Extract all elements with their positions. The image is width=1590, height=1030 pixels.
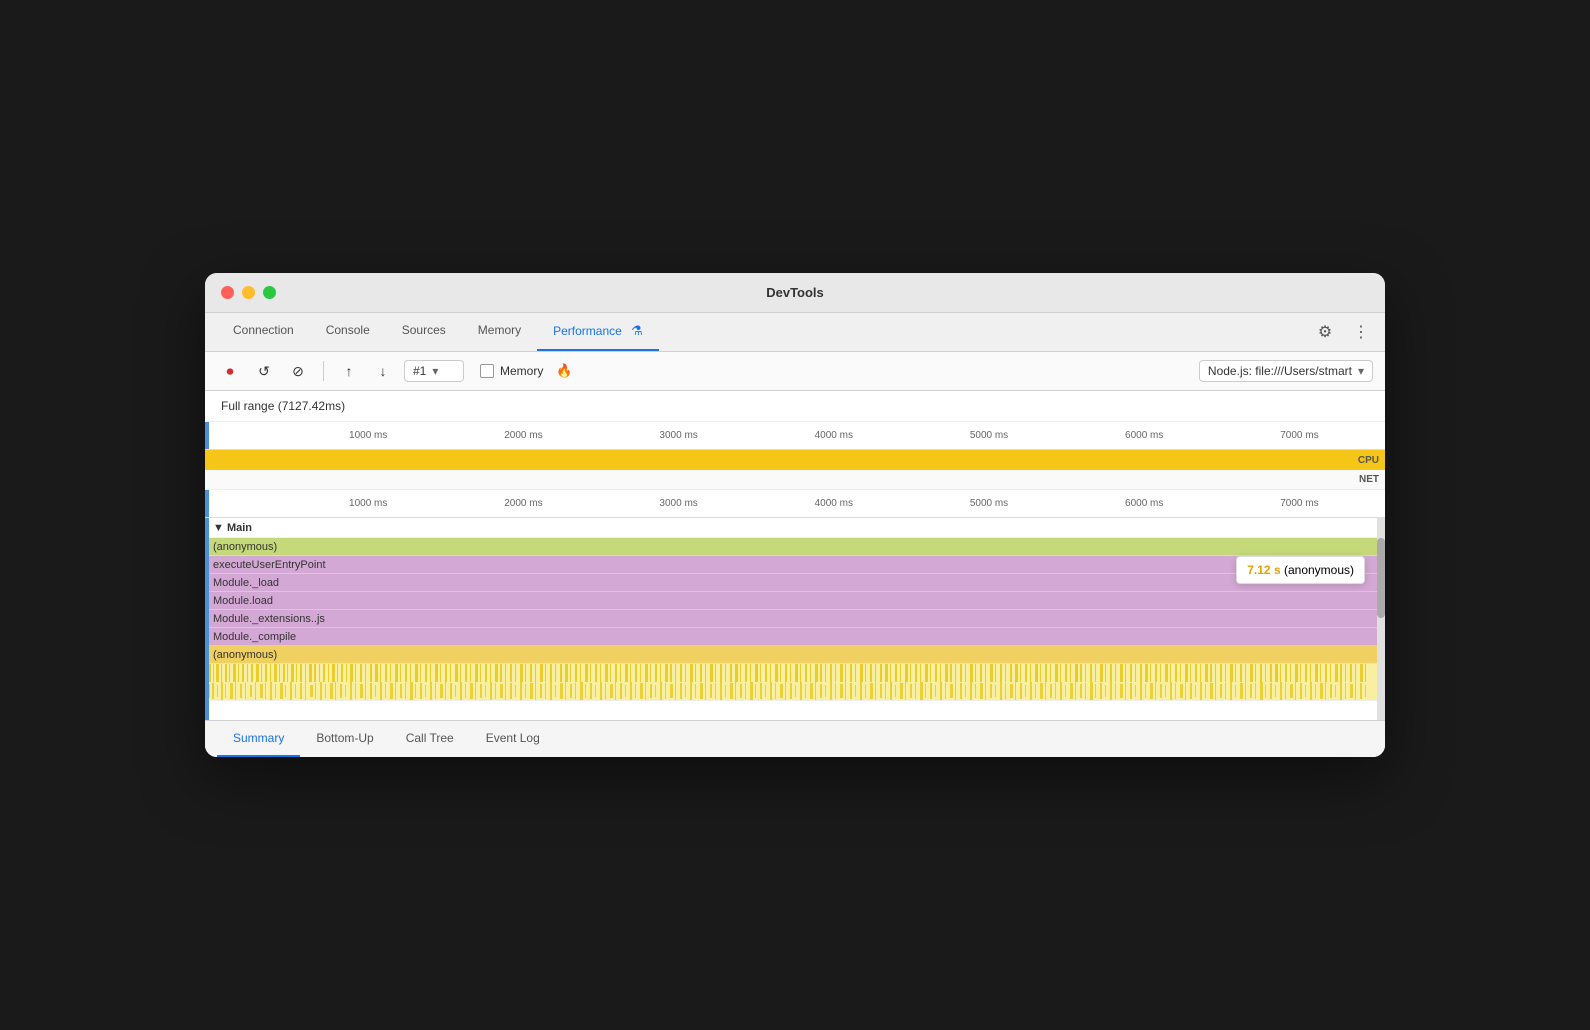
flame-block-anonymous-2: (anonymous) [209,646,1377,663]
record-button[interactable]: ⏺ [217,358,243,384]
flame-block-executeUserEntryPoint: executeUserEntryPoint [209,556,1377,573]
tab-sources[interactable]: Sources [386,313,462,351]
upload-button[interactable]: ↑ [336,358,362,384]
ruler-mark-5: 5000 ms [911,430,1066,441]
profile-selector[interactable]: #1 ▾ [404,360,464,382]
flame-row-4[interactable]: Module._extensions..js [205,610,1385,628]
flame-block-module-load: Module._load [209,574,1377,591]
ruler-mark-4: 4000 ms [756,430,911,441]
flame-tooltip: 7.12 s (anonymous) [1236,556,1365,584]
flame-chart: ▼ Main (anonymous) executeUserEntryPoint… [205,518,1385,720]
ruler2-mark-0 [205,498,291,509]
scrollbar-thumb[interactable] [1377,538,1385,618]
timeline-ruler-bottom: 1000 ms 2000 ms 3000 ms 4000 ms 5000 ms … [205,490,1385,518]
mini-bars-svg-2 [205,682,1385,700]
flame-mini-bars-1 [205,664,1385,682]
node-dropdown-icon: ▾ [1358,364,1364,378]
flame-block-anonymous-1: (anonymous) [209,538,1377,555]
tab-call-tree[interactable]: Call Tree [390,721,470,757]
tooltip-function: (anonymous) [1284,563,1354,577]
tab-summary[interactable]: Summary [217,721,300,757]
ruler2-mark-3: 3000 ms [601,498,756,509]
tooltip-time: 7.12 s [1247,563,1280,577]
profile-dropdown-icon: ▾ [432,364,438,378]
tabs-bar: Connection Console Sources Memory Perfor… [205,313,1385,352]
flame-row-1[interactable]: executeUserEntryPoint 7.12 s (anonymous) [205,556,1385,574]
ruler2-mark-4: 4000 ms [756,498,911,509]
mini-bars-svg-1 [205,664,1385,682]
refresh-button[interactable]: ↺ [251,358,277,384]
devtools-window: DevTools Connection Console Sources Memo… [205,273,1385,757]
tab-console[interactable]: Console [310,313,386,351]
node-label: Node.js: file:///Users/stmart [1208,364,1352,378]
close-button[interactable] [221,286,234,299]
flame-block-module-compile: Module._compile [209,628,1377,645]
node-selector[interactable]: Node.js: file:///Users/stmart ▾ [1199,360,1373,382]
memory-checkbox[interactable] [480,364,494,378]
flame-empty-row [205,700,1385,720]
flame-mini-bars-2 [205,682,1385,700]
minimize-button[interactable] [242,286,255,299]
title-bar: DevTools [205,273,1385,313]
ruler-mark-1: 1000 ms [291,430,446,441]
ruler-labels-bottom: 1000 ms 2000 ms 3000 ms 4000 ms 5000 ms … [205,498,1385,509]
tabs-right-icons: ⚙ ⋮ [1313,320,1373,344]
ruler-mark-7: 7000 ms [1222,430,1377,441]
tab-event-log[interactable]: Event Log [470,721,556,757]
full-range-label: Full range (7127.42ms) [205,391,1385,422]
tab-bottom-up[interactable]: Bottom-Up [300,721,389,757]
ruler-mark-2: 2000 ms [446,430,601,441]
tabs-list: Connection Console Sources Memory Perfor… [217,313,659,351]
flame-block-module-ext: Module._extensions..js [209,610,1377,627]
toolbar-separator-1 [323,361,324,381]
profile-label: #1 [413,364,426,378]
net-row: NET [205,470,1385,490]
flame-section-main[interactable]: ▼ Main [205,518,1385,538]
flame-block-module-load2: Module.load [209,592,1377,609]
download-button[interactable]: ↓ [370,358,396,384]
memory-checkbox-container[interactable]: Memory [480,364,543,378]
settings-icon[interactable]: ⚙ [1313,320,1337,344]
flame-row-0[interactable]: (anonymous) [205,538,1385,556]
flame-row-3[interactable]: Module.load [205,592,1385,610]
ruler2-mark-5: 5000 ms [911,498,1066,509]
flame-left-indicator [205,518,209,720]
flame-button[interactable]: 🔥 [551,358,577,384]
ruler-labels-top: 1000 ms 2000 ms 3000 ms 4000 ms 5000 ms … [205,430,1385,441]
window-title: DevTools [766,285,824,300]
toolbar: ⏺ ↺ ⊘ ↑ ↓ #1 ▾ Memory 🔥 Node.js: file://… [205,352,1385,391]
ruler-mark-0 [205,430,291,441]
ruler2-mark-7: 7000 ms [1222,498,1377,509]
ruler2-mark-6: 6000 ms [1067,498,1222,509]
tab-connection[interactable]: Connection [217,313,310,351]
traffic-lights [221,286,276,299]
flame-row-6[interactable]: (anonymous) [205,646,1385,664]
ruler2-mark-2: 2000 ms [446,498,601,509]
ruler-mark-3: 3000 ms [601,430,756,441]
cpu-bar: CPU [205,450,1385,470]
bottom-tabs: Summary Bottom-Up Call Tree Event Log [205,720,1385,757]
timeline-left-indicator-2 [205,490,209,517]
timeline-ruler-top: 1000 ms 2000 ms 3000 ms 4000 ms 5000 ms … [205,422,1385,450]
memory-label: Memory [500,364,543,378]
flame-row-2[interactable]: Module._load [205,574,1385,592]
main-content: Full range (7127.42ms) 1000 ms 2000 ms 3… [205,391,1385,757]
net-label: NET [1359,474,1379,485]
ruler2-mark-1: 1000 ms [291,498,446,509]
tab-performance[interactable]: Performance ⚗ [537,313,659,351]
cpu-label: CPU [1358,455,1379,466]
timeline-left-indicator [205,422,209,449]
tab-memory[interactable]: Memory [462,313,537,351]
performance-flask-icon: ⚗ [631,323,643,338]
vertical-scrollbar[interactable] [1377,518,1385,720]
ruler-mark-6: 6000 ms [1067,430,1222,441]
more-icon[interactable]: ⋮ [1349,320,1373,344]
flame-row-5[interactable]: Module._compile [205,628,1385,646]
clear-button[interactable]: ⊘ [285,358,311,384]
maximize-button[interactable] [263,286,276,299]
